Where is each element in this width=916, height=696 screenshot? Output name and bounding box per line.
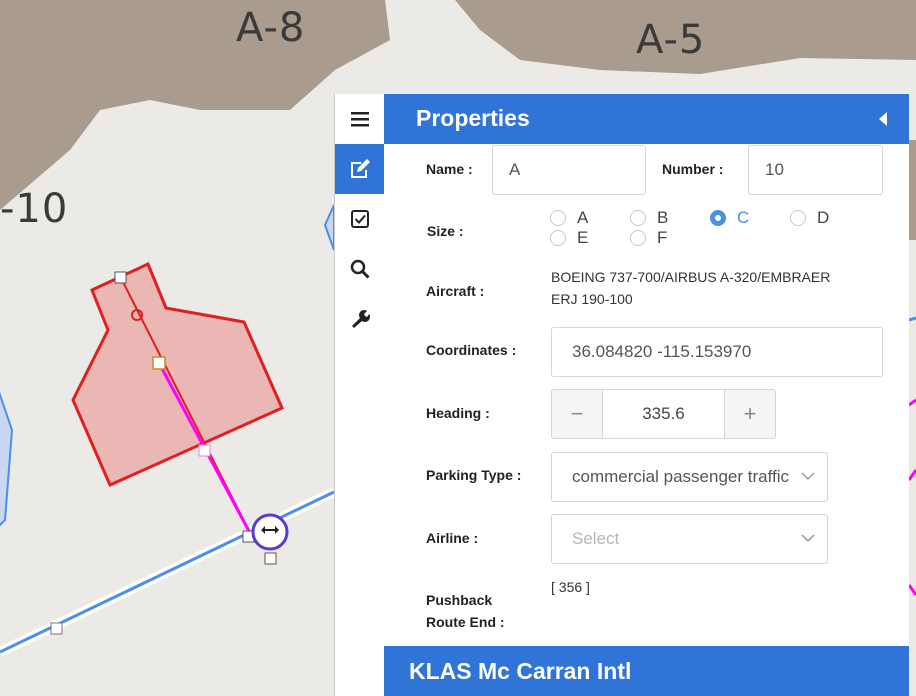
size-option-label: F [657,228,668,247]
wrench-icon [352,310,370,328]
size-option-label: D [817,208,830,227]
aircraft-value-line2: ERJ 190-100 [551,291,633,307]
aircraft-value-line1: BOEING 737-700/AIRBUS A-320/EMBRAER [551,269,831,285]
radio-circle [790,210,806,226]
size-option-e[interactable]: E [550,228,588,248]
menu-button[interactable] [335,94,385,144]
airline-label: Airline : [426,530,479,546]
heading-increment-button[interactable]: + [724,389,776,439]
aircraft-label: Aircraft : [426,283,485,299]
coordinates-label: Coordinates : [426,342,517,358]
size-option-c[interactable]: C [710,208,749,228]
route-vertex[interactable] [152,356,166,370]
route-vertex[interactable] [264,552,277,565]
collapse-panel-icon[interactable] [876,110,890,128]
chevron-down-icon [801,472,815,481]
properties-header: Properties [384,94,909,144]
radio-circle [550,230,566,246]
radio-circle [710,210,726,226]
taxiline-vertex[interactable] [50,622,63,635]
heading-value[interactable]: 335.6 [602,389,725,439]
size-option-label: B [657,208,669,227]
heading-decrement-button[interactable]: − [551,389,603,439]
pushback-route-end-value: [ 356 ] [551,579,590,595]
search-icon [350,259,370,279]
size-option-d[interactable]: D [790,208,829,228]
number-input[interactable] [748,145,883,195]
properties-panel: Properties Name : Number : Size : A B C … [384,94,909,696]
map-label-a10: -10 [0,186,69,232]
parking-type-select[interactable]: commercial passenger traffic [551,452,828,502]
size-option-label: E [577,228,589,247]
name-input[interactable] [492,145,646,195]
taxiline[interactable] [908,316,916,322]
size-option-b[interactable]: B [630,208,668,228]
checkbox-icon [351,210,369,228]
panel-title: Properties [416,105,530,131]
hamburger-menu-icon [351,112,369,127]
heading-label: Heading : [426,405,490,421]
size-option-label: C [737,208,750,227]
size-option-f[interactable]: F [630,228,667,248]
search-tool-button[interactable] [335,244,385,294]
number-label: Number : [662,161,724,177]
move-handle-icon[interactable] [251,513,289,551]
map-label-a5: A-5 [636,17,706,63]
settings-tool-button[interactable] [335,294,385,344]
parking-type-label: Parking Type : [426,467,522,483]
airline-select[interactable]: Select [551,514,828,564]
size-option-label: A [577,208,589,227]
edit-tool-button[interactable] [335,144,385,194]
edit-icon [351,159,370,178]
airport-bar[interactable]: KLAS Mc Carran Intl [384,646,909,696]
size-option-a[interactable]: A [550,208,588,228]
airport-name: KLAS Mc Carran Intl [409,658,632,684]
map-label-a8: A-8 [236,5,306,51]
airline-placeholder: Select [572,529,620,548]
validate-tool-button[interactable] [335,194,385,244]
chevron-down-icon [801,534,815,543]
radio-circle [550,210,566,226]
tool-sidebar [334,94,385,696]
radio-circle [630,210,646,226]
route-vertex[interactable] [198,444,211,457]
route-vertex[interactable] [114,271,127,284]
heading-stepper: − 335.6 + [551,389,776,439]
parking-type-value: commercial passenger traffic [572,467,789,486]
size-label: Size : [427,223,464,239]
pushback-label-line2: Route End : [426,614,505,630]
pushback-label-line1: Pushback [426,592,493,608]
coordinates-input[interactable] [551,327,883,377]
radio-circle [630,230,646,246]
name-label: Name : [426,161,473,177]
